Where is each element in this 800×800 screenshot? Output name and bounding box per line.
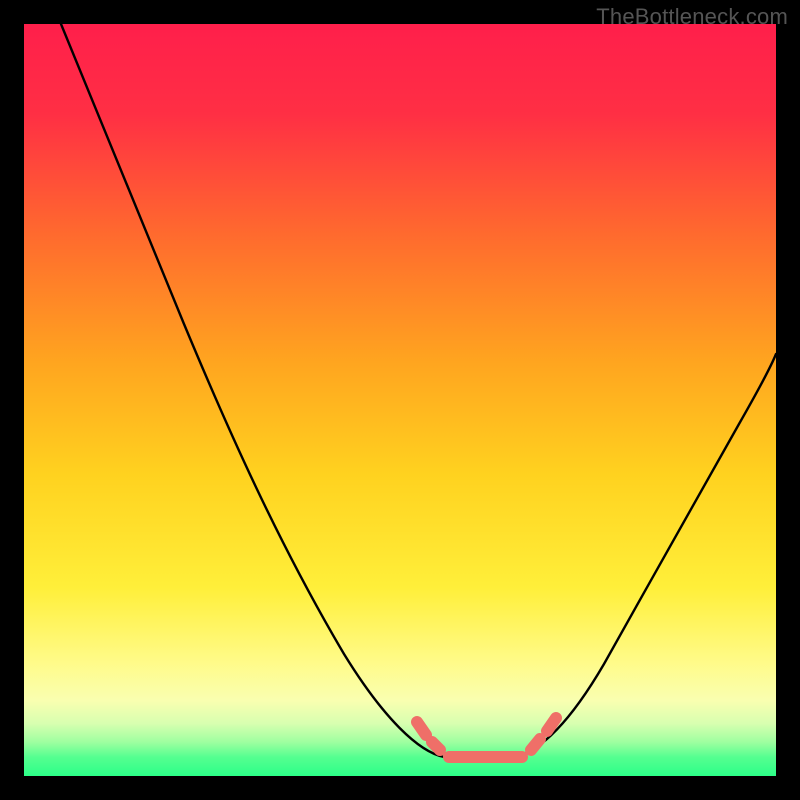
watermark-text: TheBottleneck.com [596, 4, 788, 30]
heat-gradient-backdrop [24, 24, 776, 776]
chart-frame: TheBottleneck.com [0, 0, 800, 800]
plot-area [24, 24, 776, 776]
